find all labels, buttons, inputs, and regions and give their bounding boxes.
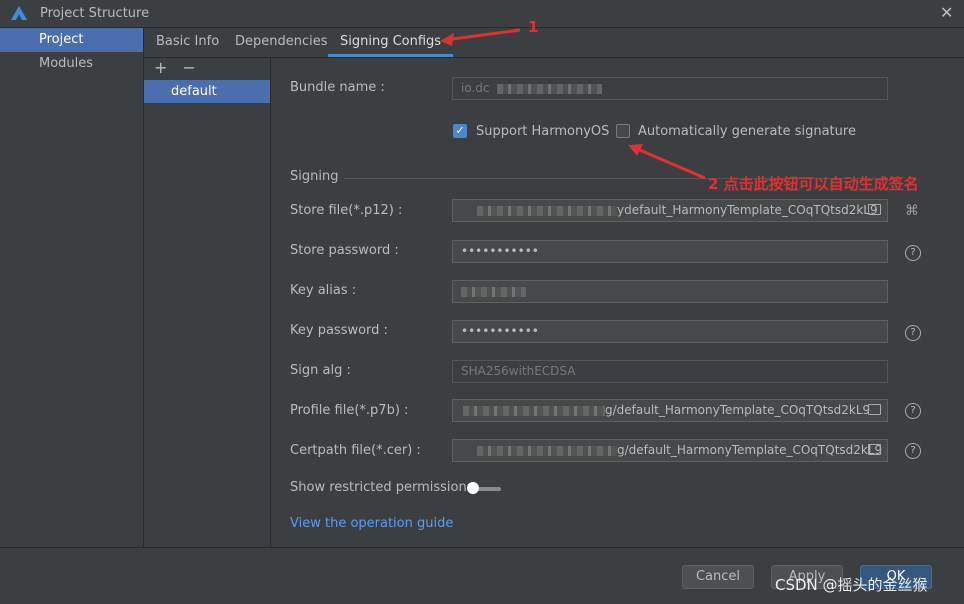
annotation-step-two: 2 点击此按钮可以自动生成签名 (708, 175, 919, 193)
annotation-arrows (440, 28, 706, 180)
annotation-step-one: 1 (528, 18, 539, 36)
